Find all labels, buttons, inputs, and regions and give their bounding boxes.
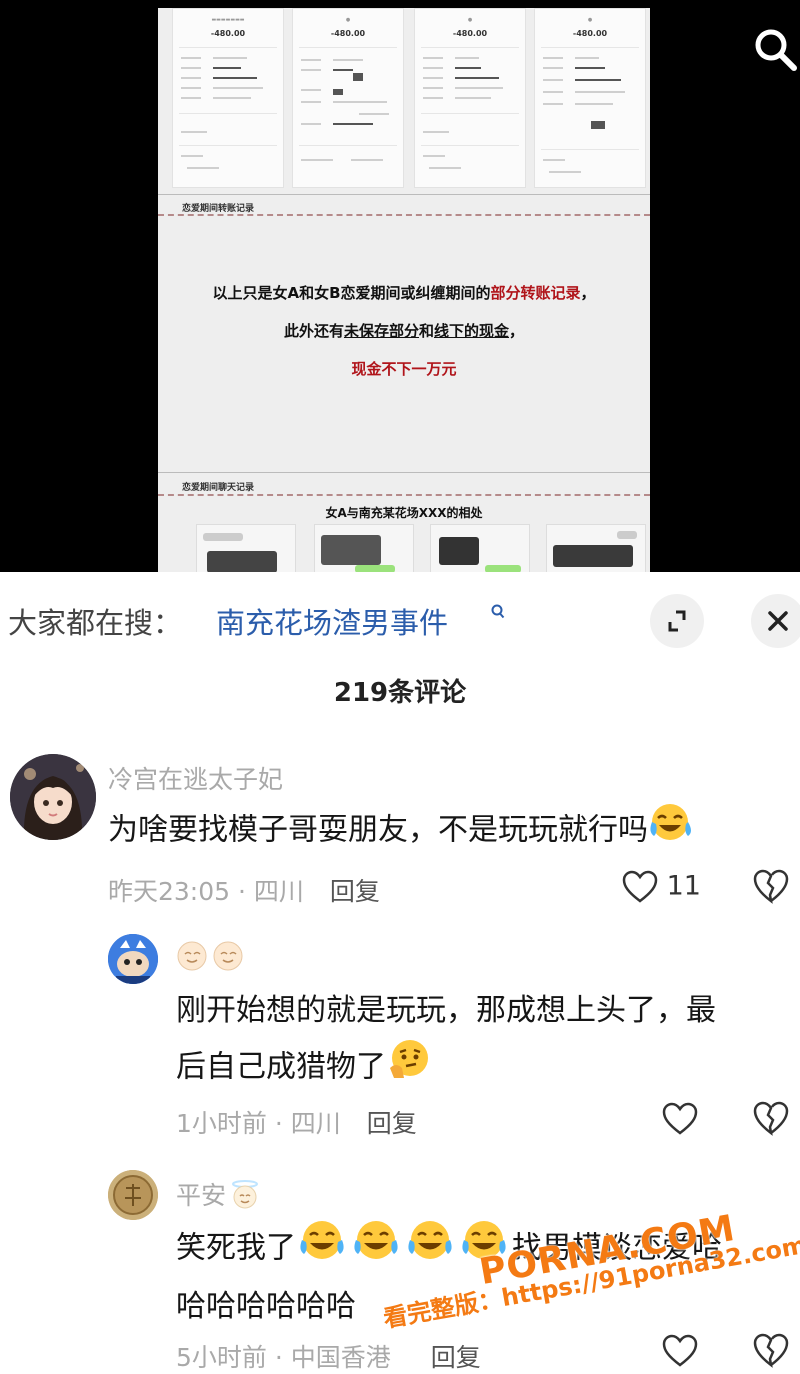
reply-button[interactable]: 回复 — [367, 1109, 417, 1138]
comment-text: 为啥要找模子哥耍朋友，不是玩玩就行吗 — [108, 802, 694, 860]
dislike-button[interactable] — [752, 1332, 790, 1372]
comment-username[interactable] — [176, 940, 250, 978]
comments-count-title: 219条评论 — [333, 678, 467, 708]
crying-laugh-emoji-icon — [648, 802, 694, 860]
expand-button[interactable] — [650, 594, 704, 648]
comment-location: 四川 — [253, 877, 304, 906]
chat-section-title: 女A与南充某花场XXX的相处 — [325, 506, 483, 520]
search-icon[interactable] — [491, 604, 505, 624]
comment-username[interactable]: 冷宫在逃太子妃 — [108, 760, 283, 796]
transfer-receipt: ▬▬▬▬▬▬▬ -480.00 — [172, 8, 284, 188]
avatar[interactable] — [10, 754, 96, 840]
reply-button[interactable]: 回复 — [431, 1343, 481, 1372]
receipt-amount: -480.00 — [210, 29, 246, 38]
reply-button[interactable]: 回复 — [330, 877, 380, 906]
comment-text: 刚开始想的就是玩玩，那成想上头了，最 后自己成猎物了 — [176, 984, 796, 1098]
expand-icon — [668, 610, 686, 632]
heart-icon — [622, 870, 658, 903]
document-text-line-2: 此外还有未保存部分和线下的现金， — [283, 322, 525, 340]
video-player[interactable]: ▬▬▬▬▬▬▬ -480.00 ● -480.00 ● -480.00 ● -4… — [0, 0, 800, 572]
receipt-amount: -480.00 — [452, 29, 488, 38]
dislike-button[interactable] — [752, 868, 790, 908]
heart-icon — [662, 1334, 698, 1367]
search-icon[interactable] — [752, 26, 798, 72]
comment-meta: 1小时前 · 四川 回复 — [176, 1109, 417, 1138]
comment-location: 四川 — [290, 1109, 341, 1138]
angel-face-icon — [228, 1179, 262, 1215]
receipt-amount: -480.00 — [330, 29, 366, 38]
section-label-chats: 恋爱期间聊天记录 — [182, 483, 255, 493]
comment-time: 5小时前 — [176, 1343, 267, 1372]
thinking-face-emoji-icon — [386, 1038, 432, 1098]
chat-screenshot — [196, 524, 296, 572]
comment-time: 昨天23:05 — [108, 877, 231, 906]
comment-username[interactable]: 平安 — [176, 1176, 262, 1215]
transfer-receipt: ● -480.00 — [414, 8, 526, 188]
avatar[interactable] — [108, 1170, 158, 1220]
like-button[interactable]: 11 — [622, 870, 701, 904]
comment-time: 1小时前 — [176, 1109, 267, 1138]
comment-meta: 5小时前 · 中国香港 回复 — [176, 1343, 481, 1372]
close-button[interactable] — [751, 594, 800, 648]
chat-screenshot — [546, 524, 646, 572]
chat-screenshot — [430, 524, 530, 572]
trending-search-keyword[interactable]: 南充花场渣男事件 — [216, 600, 448, 642]
broken-heart-icon — [753, 1333, 789, 1368]
comment-meta: 昨天23:05 · 四川 回复 — [108, 877, 380, 906]
like-button[interactable] — [662, 1334, 698, 1372]
heart-icon — [662, 1102, 698, 1135]
like-count: 11 — [666, 870, 701, 902]
document-text-line-1: 以上只是女A和女B恋爱期间或纠缠期间的部分转账记录， — [212, 284, 596, 302]
document-screenshot: ▬▬▬▬▬▬▬ -480.00 ● -480.00 ● -480.00 ● -4… — [158, 8, 650, 572]
receipt-amount: -480.00 — [572, 29, 608, 38]
transfer-receipt: ● -480.00 — [292, 8, 404, 188]
dislike-button[interactable] — [752, 1100, 790, 1140]
avatar[interactable] — [108, 934, 158, 984]
broken-heart-icon — [753, 1101, 789, 1136]
chat-screenshot — [314, 524, 414, 572]
transfer-receipt: ● -480.00 — [534, 8, 646, 188]
trending-search-prefix: 大家都在搜： — [8, 606, 183, 640]
section-label-transfers: 恋爱期间转账记录 — [182, 204, 255, 214]
trending-search-bar: 大家都在搜： 南充花场渣男事件 — [0, 590, 800, 654]
smiling-face-icon — [176, 941, 250, 978]
close-icon — [768, 611, 788, 631]
comment-location: 中国香港 — [290, 1343, 391, 1372]
like-button[interactable] — [662, 1102, 698, 1140]
broken-heart-icon — [753, 869, 789, 904]
document-text-line-3: 现金不下一万元 — [351, 360, 457, 378]
